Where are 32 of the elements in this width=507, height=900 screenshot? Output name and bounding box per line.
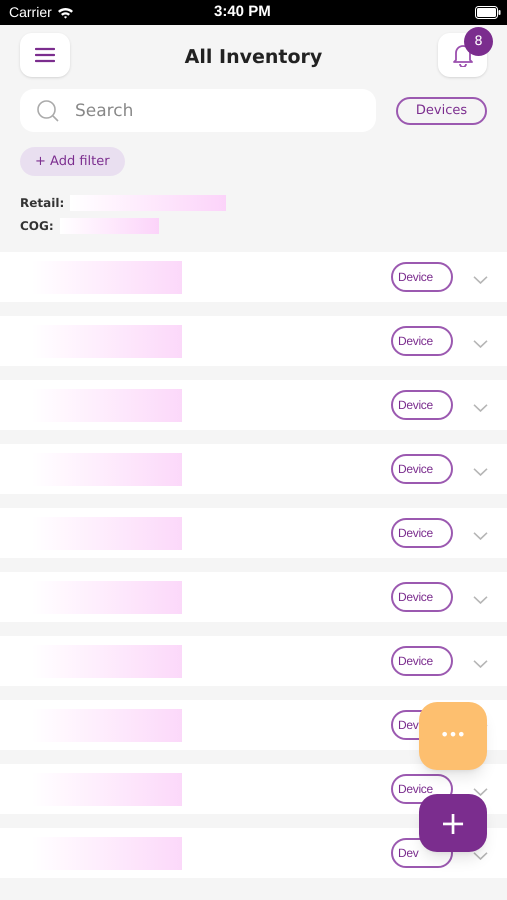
menu-button[interactable] [20, 33, 70, 77]
device-tag: Device [391, 390, 453, 420]
total-label: Retail: [20, 194, 64, 212]
battery-icon [475, 6, 501, 19]
devices-filter-button[interactable]: Devices [396, 96, 487, 124]
inventory-row[interactable]: Device [0, 252, 507, 302]
inventory-row[interactable]: Device [0, 572, 507, 622]
search-field[interactable]: Search [20, 89, 376, 132]
add-button[interactable]: + [419, 794, 487, 852]
device-tag: Device [391, 582, 453, 612]
chevron-down-icon[interactable] [473, 788, 488, 796]
bell-icon [452, 43, 474, 67]
device-tag: Device [391, 262, 453, 292]
carrier-name: Carrier [9, 3, 52, 22]
screen-title: All Inventory [184, 45, 324, 70]
device-tag: Device [391, 326, 453, 356]
inventory-row[interactable]: Device [0, 508, 507, 558]
add-filter-button[interactable]: + Add filter [20, 147, 125, 176]
device-tag: Device [391, 518, 453, 548]
notification-count-badge: 8 [464, 27, 493, 56]
search-icon [36, 99, 60, 123]
total-label: COG: [20, 218, 54, 234]
wifi-icon [56, 6, 74, 18]
device-tag: Device [391, 646, 453, 676]
inventory-row[interactable]: Device [0, 764, 507, 814]
device-tag: Device [391, 454, 453, 484]
inventory-row[interactable]: Device [0, 316, 507, 366]
clock-time: 3:40 PM [214, 2, 271, 22]
inventory-row[interactable]: Device [0, 444, 507, 494]
inventory-row[interactable]: Device [0, 636, 507, 686]
menu-icon [35, 47, 55, 63]
inventory-row[interactable]: Device [0, 380, 507, 430]
